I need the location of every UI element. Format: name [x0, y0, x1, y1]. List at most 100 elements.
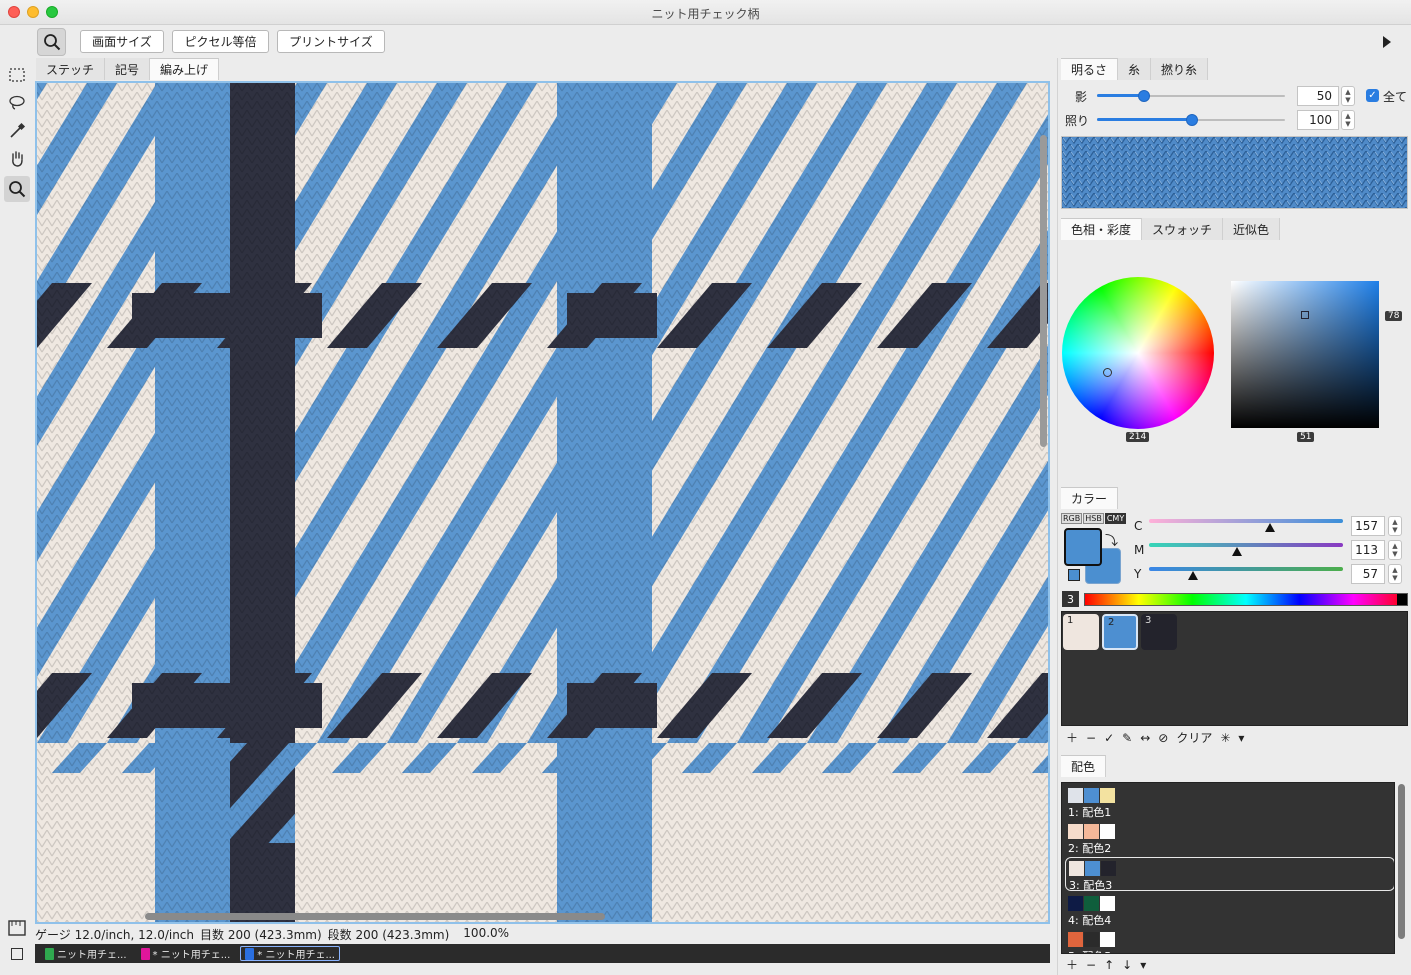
doc-tab-3[interactable]: * ニット用チェ... [240, 946, 340, 961]
check-icon[interactable]: ✓ [1104, 731, 1114, 745]
shadow-value-field[interactable]: 50 [1297, 86, 1339, 106]
add-icon[interactable]: ＋ [1066, 956, 1078, 973]
shadow-slider-knob[interactable] [1138, 90, 1150, 102]
color-scheme-item[interactable]: 1: 配色1 [1065, 785, 1394, 819]
magnifier-icon [9, 181, 26, 198]
hand-tool[interactable] [4, 146, 30, 172]
actual-pixels-button[interactable]: ピクセル等倍 [172, 30, 269, 53]
color-mode-switch: RGB HSB CMY [1061, 513, 1127, 524]
no-icon[interactable]: ⊘ [1158, 731, 1168, 745]
ruler-icon[interactable] [8, 919, 26, 937]
marquee-icon [9, 68, 25, 82]
tab-knitted[interactable]: 編み上げ [150, 58, 220, 80]
shadow-stepper[interactable]: ▲ ▼ [1341, 86, 1355, 106]
dropdown-arrow-icon[interactable]: ▾ [1238, 731, 1244, 745]
color-scheme-item[interactable]: 4: 配色4 [1065, 893, 1394, 927]
tab-hue-saturation[interactable]: 色相・彩度 [1061, 218, 1143, 240]
mode-cmy[interactable]: CMY [1104, 513, 1127, 524]
remove-icon[interactable]: − [1086, 958, 1096, 972]
tab-swatches[interactable]: スウォッチ [1142, 218, 1224, 240]
swap-colors-icon[interactable]: ⤵ [1105, 530, 1118, 549]
cyan-value-field[interactable]: 157 [1351, 516, 1385, 536]
scheme-label: 5: 配色5 [1068, 948, 1111, 953]
sparkle-icon[interactable]: ✳ [1220, 731, 1230, 745]
magenta-stepper[interactable]: ▲ ▼ [1388, 540, 1402, 560]
panel-toggle-arrow-icon[interactable] [1383, 36, 1391, 48]
scheme-color-chip [1068, 824, 1083, 839]
yellow-value-field[interactable]: 57 [1351, 564, 1385, 584]
saturation-brightness-square[interactable] [1231, 281, 1379, 428]
zoom-tool[interactable] [4, 176, 30, 202]
fit-screen-button[interactable]: 画面サイズ [80, 30, 164, 53]
mode-rgb[interactable]: RGB [1061, 513, 1083, 524]
magenta-slider-thumb[interactable] [1232, 547, 1242, 556]
scheme-color-chip [1068, 896, 1083, 911]
doc-tab-2[interactable]: * ニット用チェ... [137, 946, 235, 961]
tab-twisted-yarn[interactable]: 撚り糸 [1151, 58, 1209, 80]
canvas-vertical-scrollbar[interactable] [1040, 135, 1047, 447]
dropdown-arrow-icon[interactable]: ▾ [1140, 958, 1146, 972]
light-slider-knob[interactable] [1186, 114, 1198, 126]
canvas-horizontal-scrollbar[interactable] [145, 913, 605, 920]
yellow-stepper[interactable]: ▲ ▼ [1388, 564, 1402, 584]
scheme-color-chip [1085, 861, 1100, 876]
hue-wheel-cursor[interactable] [1103, 368, 1112, 377]
window-title: ニット用チェック柄 [651, 7, 760, 21]
swap-icon[interactable]: ↔ [1140, 731, 1150, 745]
color-scheme-item[interactable]: 3: 配色3 [1065, 857, 1394, 892]
all-checkbox[interactable]: ✓ [1366, 89, 1379, 102]
palette-swatch-2[interactable]: 2 [1102, 614, 1138, 650]
tab-similar-colors[interactable]: 近似色 [1223, 218, 1281, 240]
yellow-slider[interactable] [1149, 567, 1343, 571]
tab-symbol[interactable]: 記号 [105, 58, 151, 80]
zoom-tool-button[interactable] [37, 28, 66, 56]
default-colors-icon[interactable] [1068, 569, 1080, 581]
cyan-slider-thumb[interactable] [1265, 523, 1275, 532]
canvas-view-tabs: ステッチ 記号 編み上げ [36, 58, 220, 80]
doc-tab-1[interactable]: ニット用チェ... [41, 946, 131, 961]
tool-palette [0, 58, 34, 975]
yellow-slider-thumb[interactable] [1188, 571, 1198, 580]
eyedropper-tool[interactable] [4, 118, 30, 144]
spectrum-bar[interactable] [1084, 593, 1408, 606]
palette-swatch-3[interactable]: 3 [1141, 614, 1177, 650]
mode-hsb[interactable]: HSB [1083, 513, 1104, 524]
foreground-color-swatch[interactable] [1064, 528, 1102, 566]
scheme-color-chip [1068, 932, 1083, 947]
light-stepper[interactable]: ▲ ▼ [1341, 110, 1355, 130]
add-icon[interactable]: ＋ [1066, 729, 1078, 746]
magenta-value-field[interactable]: 113 [1351, 540, 1385, 560]
light-value-field[interactable]: 100 [1297, 110, 1339, 130]
sv-cursor[interactable] [1301, 311, 1309, 319]
magenta-slider[interactable] [1149, 543, 1343, 547]
tab-color-schemes[interactable]: 配色 [1061, 755, 1107, 777]
color-scheme-item[interactable]: 2: 配色2 [1065, 821, 1394, 855]
yarn-tabs: 明るさ 糸 撚り糸 [1061, 58, 1209, 80]
tab-stitch[interactable]: ステッチ [36, 58, 106, 80]
hue-wheel[interactable] [1062, 277, 1214, 429]
palette-swatch-1[interactable]: 1 [1063, 614, 1099, 650]
move-down-icon[interactable]: ↓ [1122, 958, 1132, 972]
yarn-preview-swatch [1061, 136, 1408, 209]
tab-brightness[interactable]: 明るさ [1061, 58, 1119, 80]
scheme-list-scrollbar[interactable] [1398, 784, 1405, 939]
move-up-icon[interactable]: ↑ [1104, 958, 1114, 972]
scheme-color-chip [1101, 861, 1116, 876]
frame-icon[interactable] [11, 948, 23, 960]
lasso-tool[interactable] [4, 90, 30, 116]
pencil-icon[interactable]: ✎ [1122, 731, 1132, 745]
light-label: 照り [1065, 114, 1090, 128]
palette-count-badge: 3 [1062, 591, 1079, 607]
knit-canvas[interactable] [35, 81, 1050, 924]
tab-yarn[interactable]: 糸 [1118, 58, 1152, 80]
rect-select-tool[interactable] [4, 62, 30, 88]
knit-pattern[interactable] [37, 83, 1048, 922]
clear-button[interactable]: クリア [1176, 729, 1212, 746]
remove-icon[interactable]: − [1086, 731, 1096, 745]
cyan-slider[interactable] [1149, 519, 1343, 523]
color-scheme-item[interactable]: 5: 配色5 [1065, 929, 1394, 953]
tab-color[interactable]: カラー [1061, 487, 1119, 509]
cyan-stepper[interactable]: ▲ ▼ [1388, 516, 1402, 536]
stitch-count-text: 目数 200 (423.3mm) [200, 928, 322, 942]
print-size-button[interactable]: プリントサイズ [277, 30, 385, 53]
